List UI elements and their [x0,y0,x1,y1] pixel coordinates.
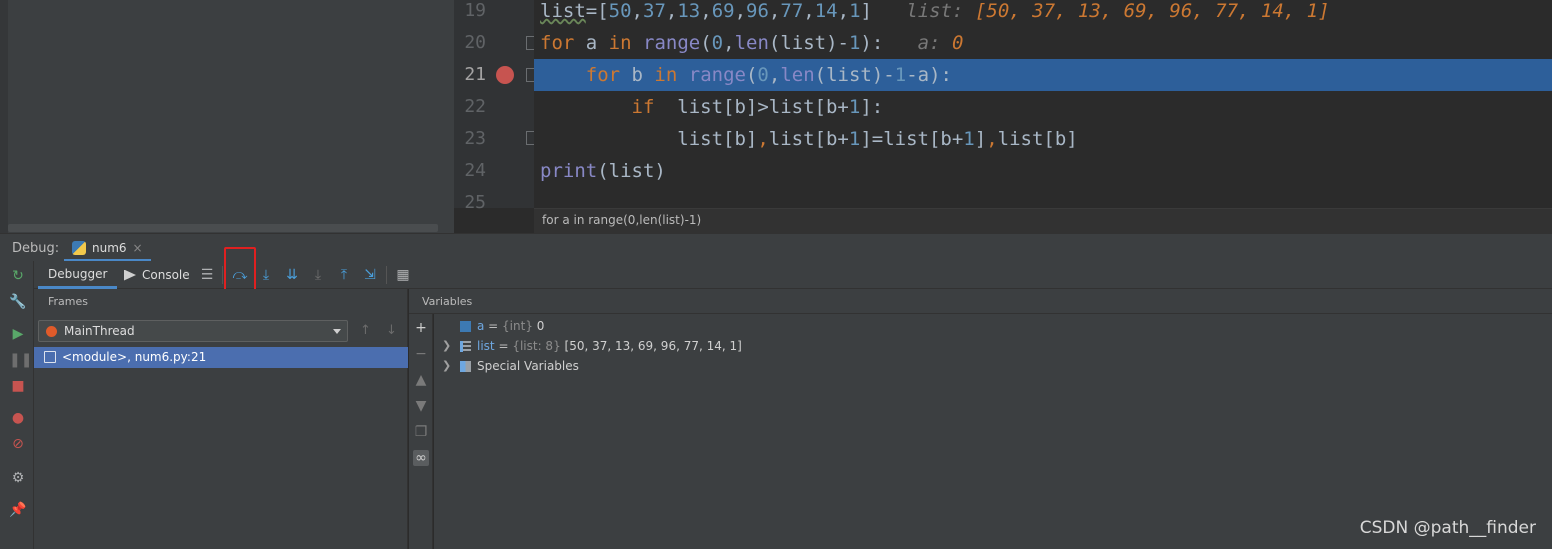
chevron-right-icon[interactable]: ❯ [442,356,451,376]
watermark: CSDN @path__finder [1359,518,1536,538]
debugger-toolbar: Debugger Console ☰ ⤼ ⤓ ⇊ ⤓ ⤒ ⇲ ▦ [34,261,1552,289]
thread-select[interactable]: MainThread [38,320,348,342]
tab-debugger[interactable]: Debugger [38,261,118,289]
code-line-20: for a in range(0,len(list)-1): a: 0 [540,32,964,54]
move-up-icon[interactable]: ▲ [413,372,429,388]
resume-icon[interactable]: ▶ [9,325,27,343]
wrench-icon[interactable]: 🔧 [9,293,27,311]
breadcrumb-text: for a in range(0,len(list)-1) [542,213,702,227]
list-icon [460,341,471,352]
run-tab-num6[interactable]: num6 × [64,236,151,262]
inline-hint-value: 0 [951,32,964,54]
line-number: 25 [464,192,486,213]
inline-hint-value: [50, 37, 13, 69, 96, 77, 14, 1] [974,0,1330,22]
line-number: 20 [464,32,486,53]
breakpoint-icon[interactable] [496,66,514,84]
line-number: 21 [464,64,486,85]
pane-edge [0,0,8,233]
step-into-my-code-icon[interactable]: ⇊ [282,265,302,285]
code-line-22: if list[b]>list[b+1]: [631,96,884,118]
view-breakpoints-icon[interactable]: ● [9,409,27,427]
close-icon[interactable]: × [133,241,143,255]
mute-breakpoints-icon[interactable]: ⊘ [9,435,27,453]
run-to-cursor-icon[interactable]: ⇲ [360,265,380,285]
gear-icon[interactable]: ⚙ [9,469,27,487]
code-line-24: print(list) [540,160,666,182]
tab-console-label: Console [142,268,190,282]
variables-tree: a = {int} 0 ❯ list = {list: 8} [50, 37, … [434,314,1552,549]
horizontal-scrollbar[interactable] [8,224,438,232]
variables-header: Variables [409,289,1552,314]
chevron-down-icon [333,329,341,334]
arrow-up-icon[interactable]: ↑ [360,323,371,338]
line-number: 24 [464,160,486,181]
line-number: 22 [464,96,486,117]
inline-hint-label: a: [917,32,941,54]
grid-icon [460,361,471,372]
frames-panel: Frames MainThread ↑ ↓ <module>, num6.py:… [34,289,408,549]
variables-title: Variables [422,295,473,308]
run-tab-label: num6 [92,240,127,255]
variables-side-toolbar: + − ▲ ▼ ❐ ∞ [409,314,433,549]
chevron-right-icon[interactable]: ❯ [442,336,451,356]
glasses-icon[interactable]: ∞ [413,450,429,466]
step-out-icon[interactable]: ⤒ [334,265,354,285]
force-step-into-icon[interactable]: ⤓ [308,265,328,285]
thread-icon [46,326,57,337]
line-number: 19 [464,0,486,21]
code-line-19: list=[50,37,13,69,96,77,14,1] list: [50,… [540,0,1330,22]
breadcrumb[interactable]: for a in range(0,len(list)-1) [534,208,1552,233]
variable-name: a [477,319,485,333]
rerun-icon[interactable]: ↻ [9,267,27,285]
variable-type: {list: 8} [512,339,561,353]
toolbar-separator [386,266,387,284]
debug-label: Debug: [12,241,60,256]
frames-title: Frames [48,295,89,308]
variable-value: [50, 37, 13, 69, 96, 77, 14, 1] [564,339,742,353]
variable-type: {int} [502,319,533,333]
variable-value: 0 [536,319,545,333]
remove-watch-icon[interactable]: − [413,346,429,362]
console-icon [124,269,136,281]
pause-icon[interactable]: ❚❚ [9,351,32,369]
project-pane [0,0,454,233]
int-icon [460,321,471,332]
frame-icon [44,351,56,363]
move-down-icon[interactable]: ▼ [413,398,429,414]
variable-name: list [477,339,495,353]
add-watch-icon[interactable]: + [413,320,429,336]
debug-side-toolbar: ↻ 🔧 ▶ ❚❚ ■ ● ⊘ ⚙ 📌 [0,261,34,549]
code-line-23: list[b],list[b+1]=list[b+1],list[b] [540,128,1078,150]
toolbar-separator [222,266,223,284]
pin-icon[interactable]: 📌 [9,501,27,519]
stop-icon[interactable]: ■ [9,377,27,395]
arrow-down-icon[interactable]: ↓ [386,323,397,338]
frame-row[interactable]: <module>, num6.py:21 [34,347,408,368]
evaluate-expression-icon[interactable]: ▦ [393,265,413,285]
python-icon [72,240,86,255]
line-number: 23 [464,128,486,149]
copy-icon[interactable]: ❐ [413,424,429,440]
special-variables-label: Special Variables [477,359,579,373]
tab-console[interactable]: Console [118,261,196,289]
thread-name: MainThread [64,324,135,338]
show-execution-point-icon[interactable]: ☰ [197,265,217,285]
code-line-21: for b in range(0,len(list)-1-a): [585,64,952,86]
frame-label: <module>, num6.py:21 [62,350,207,364]
step-into-icon[interactable]: ⤓ [256,265,276,285]
inline-hint-label: list: [906,0,964,22]
